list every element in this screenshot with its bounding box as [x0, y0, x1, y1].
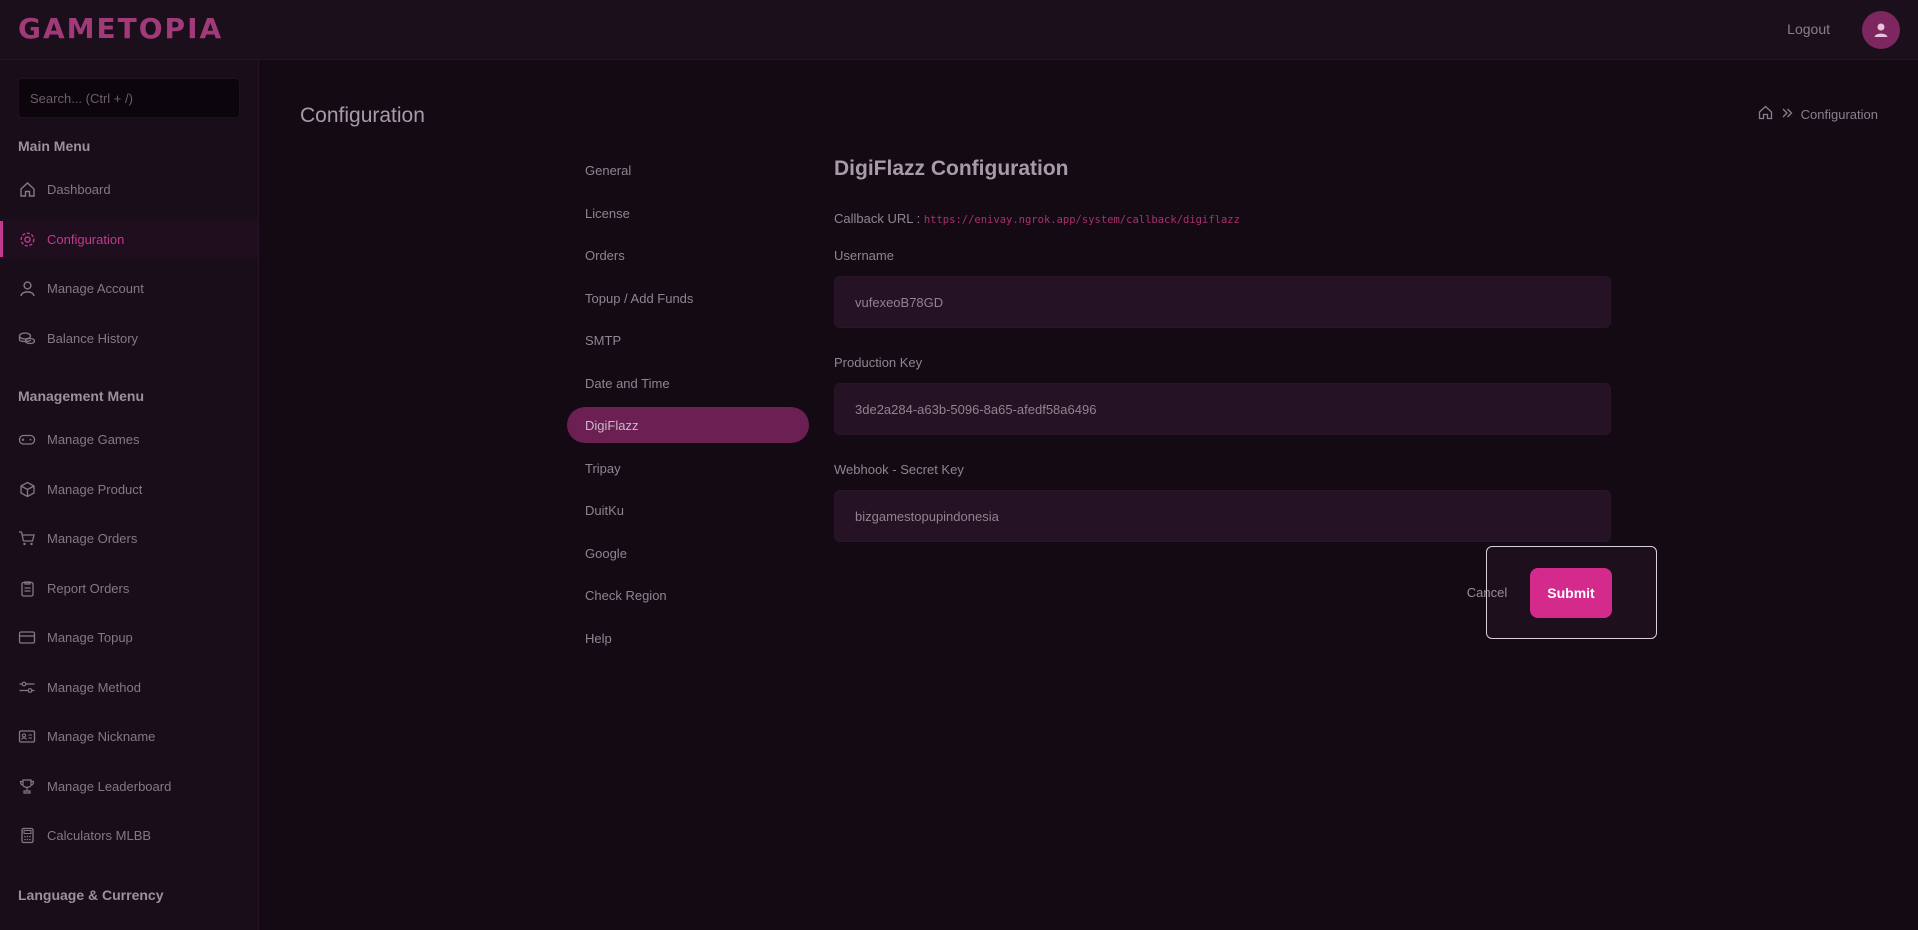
config-nav-date-and-time[interactable]: Date and Time [567, 365, 809, 401]
sidebar-item-label: Configuration [47, 231, 125, 247]
page-title: Configuration [300, 104, 425, 127]
card-icon [18, 628, 36, 646]
sidebar-item-label: Manage Topup [47, 629, 133, 645]
config-nav-smtp[interactable]: SMTP [567, 322, 809, 358]
search-input[interactable] [18, 78, 240, 118]
sidebar-item-manage-topup[interactable]: Manage Topup [0, 617, 258, 657]
gamepad-icon [18, 430, 36, 448]
callback-url-label: Callback URL : [834, 211, 921, 226]
sidebar-item-label: Manage Nickname [47, 728, 156, 744]
breadcrumb: Configuration [1758, 105, 1878, 123]
sidebar-item-label: Calculators MLBB [47, 827, 152, 843]
config-nav-general[interactable]: General [567, 152, 809, 188]
sidebar-item-configuration[interactable]: Configuration [0, 219, 258, 259]
id-card-icon [18, 727, 36, 745]
sidebar-item-label: Dashboard [47, 181, 111, 197]
sidebar-item-label: Manage Account [47, 280, 144, 296]
app-logo[interactable]: GAMETOPIA [18, 12, 223, 45]
gear-icon [18, 230, 36, 248]
clipboard-icon [18, 579, 36, 597]
config-nav-orders[interactable]: Orders [567, 237, 809, 273]
config-nav-google[interactable]: Google [567, 535, 809, 571]
sidebar-item-label: Balance History [47, 330, 139, 346]
sidebar-item-manage-method[interactable]: Manage Method [0, 667, 258, 707]
sidebar-item-dashboard[interactable]: Dashboard [0, 169, 258, 209]
config-nav-license[interactable]: License [567, 195, 809, 231]
breadcrumb-current: Configuration [1800, 106, 1878, 122]
cancel-button[interactable]: Cancel [1458, 580, 1516, 604]
sidebar-item-manage-games[interactable]: Manage Games [0, 419, 258, 459]
home-icon [18, 180, 36, 198]
sidebar-item-label: Manage Method [47, 679, 141, 695]
cart-icon [18, 529, 36, 547]
callback-url-row: Callback URL : https://enivay.ngrok.app/… [834, 211, 1240, 226]
sidebar-item-label: Manage Orders [47, 530, 138, 546]
sidebar: Main Menu Dashboard Configuration Manage… [0, 60, 259, 930]
home-icon[interactable] [1758, 105, 1773, 123]
box-icon [18, 480, 36, 498]
config-nav-check-region[interactable]: Check Region [567, 577, 809, 613]
config-nav-tripay[interactable]: Tripay [567, 450, 809, 486]
logout-link[interactable]: Logout [1787, 21, 1830, 37]
webhook-secret-key-label: Webhook - Secret Key [834, 462, 964, 477]
config-nav-duitku[interactable]: DuitKu [567, 492, 809, 528]
submit-button[interactable]: Submit [1530, 568, 1612, 618]
webhook-secret-key-field[interactable] [834, 490, 1611, 542]
avatar[interactable] [1862, 11, 1900, 49]
sidebar-item-manage-account[interactable]: Manage Account [0, 268, 258, 308]
user-icon [1874, 23, 1888, 37]
user-icon [18, 279, 36, 297]
config-nav-topup-add-funds[interactable]: Topup / Add Funds [567, 280, 809, 316]
section-title: DigiFlazz Configuration [834, 157, 1069, 180]
username-label: Username [834, 248, 894, 263]
sidebar-item-manage-product[interactable]: Manage Product [0, 469, 258, 509]
language-currency-heading: Language & Currency [18, 887, 164, 903]
sidebar-item-label: Manage Product [47, 481, 143, 497]
sliders-icon [18, 678, 36, 696]
sidebar-item-manage-orders[interactable]: Manage Orders [0, 518, 258, 558]
sidebar-item-manage-leaderboard[interactable]: Manage Leaderboard [0, 766, 258, 806]
coins-icon [18, 329, 36, 347]
sidebar-item-label: Manage Leaderboard [47, 778, 172, 794]
sidebar-item-report-orders[interactable]: Report Orders [0, 568, 258, 608]
sidebar-item-balance-history[interactable]: Balance History [0, 318, 258, 358]
callback-url-value: https://enivay.ngrok.app/system/callback… [923, 214, 1240, 226]
sidebar-item-calculators-mlbb[interactable]: Calculators MLBB [0, 815, 258, 855]
trophy-icon [18, 777, 36, 795]
chevron-double-right-icon [1781, 107, 1793, 122]
management-menu-heading: Management Menu [18, 388, 145, 404]
username-field[interactable] [834, 276, 1611, 328]
sidebar-item-manage-nickname[interactable]: Manage Nickname [0, 716, 258, 756]
config-nav-help[interactable]: Help [567, 620, 809, 656]
sidebar-item-label: Manage Games [47, 431, 140, 447]
production-key-label: Production Key [834, 355, 923, 370]
production-key-field[interactable] [834, 383, 1611, 435]
config-nav-digiflazz[interactable]: DigiFlazz [567, 407, 809, 443]
main-menu-heading: Main Menu [18, 138, 91, 154]
sidebar-item-label: Report Orders [47, 580, 130, 596]
top-bar: GAMETOPIA Logout [0, 0, 1918, 60]
calculator-icon [18, 826, 36, 844]
